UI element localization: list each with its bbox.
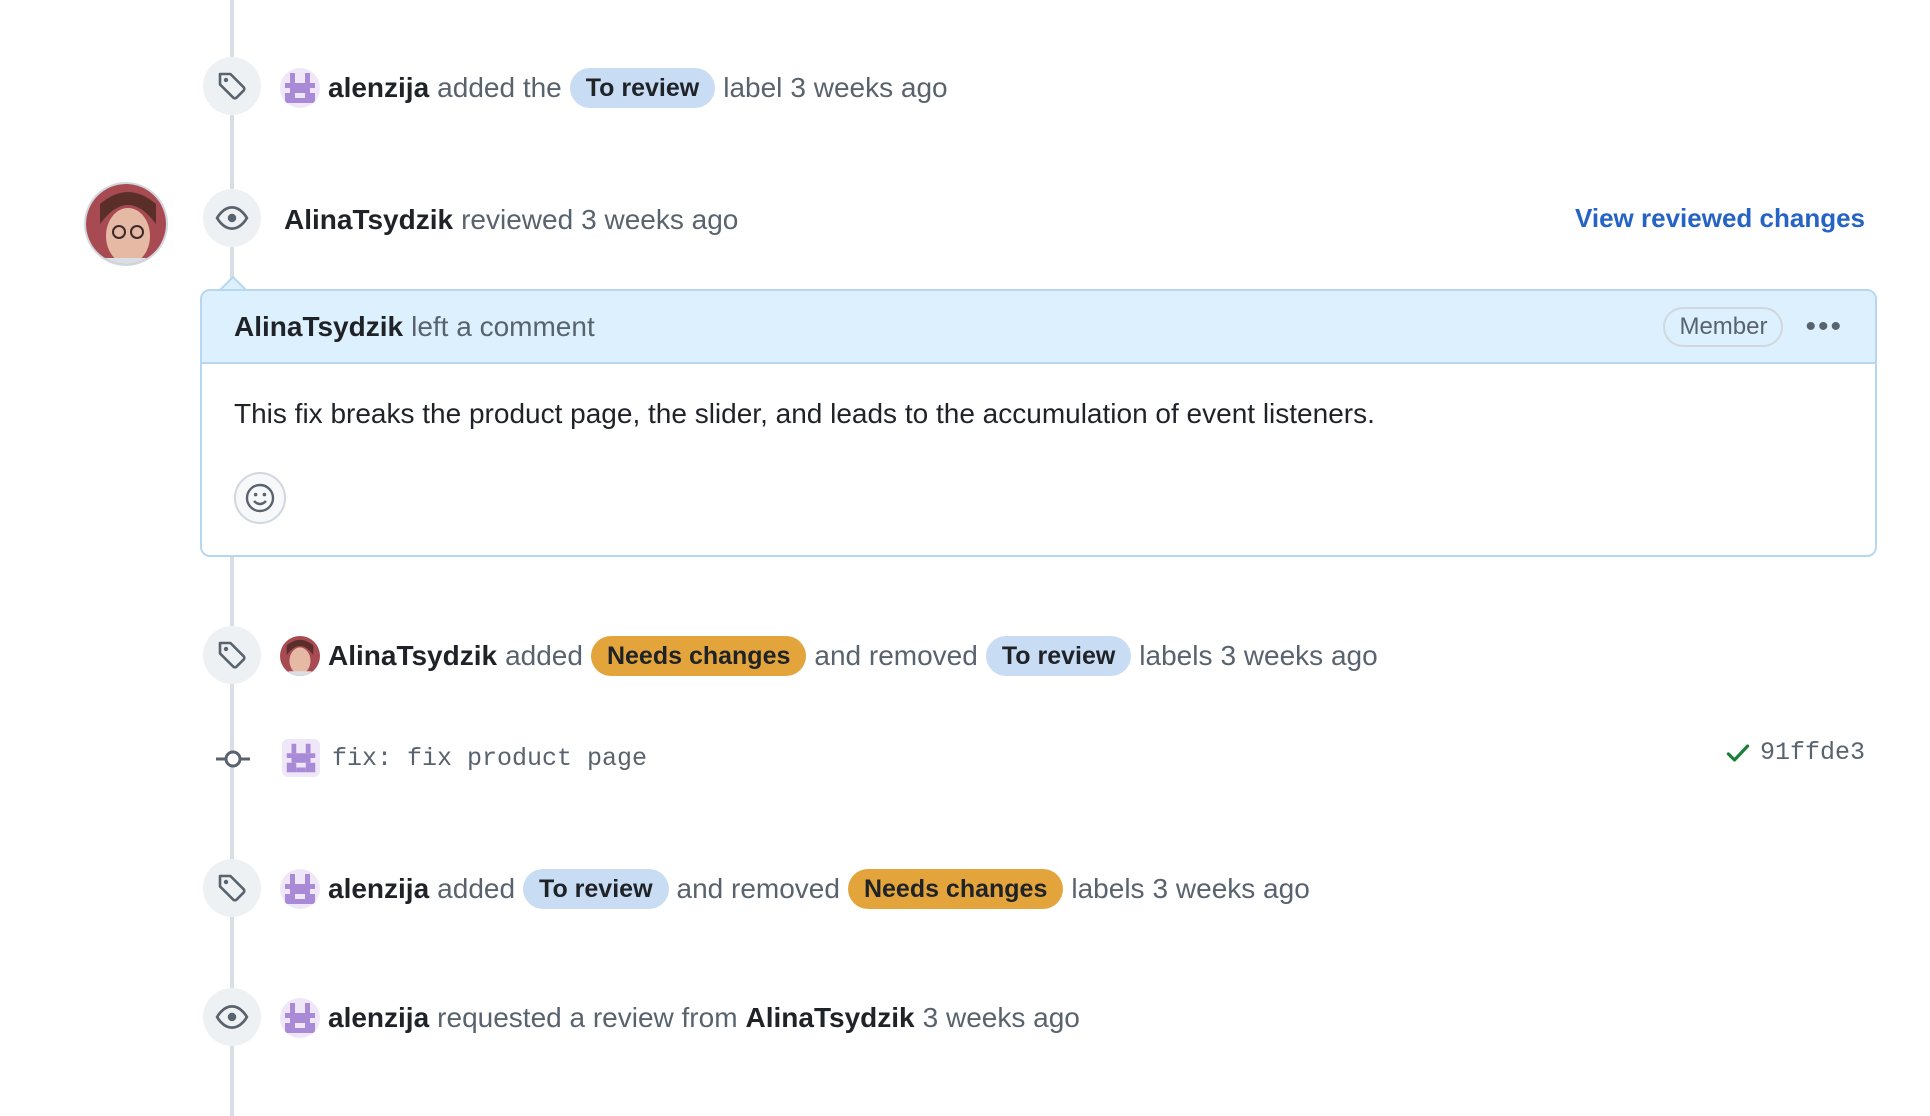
event-text: requested a review from <box>437 1002 738 1033</box>
commit-sha-group: 91ffde3 <box>1724 738 1865 767</box>
comment-author[interactable]: AlinaTsydzik <box>234 311 403 343</box>
timeline-line <box>230 0 234 1116</box>
timestamp[interactable]: 3 weeks ago <box>923 1002 1080 1034</box>
avatar[interactable] <box>280 68 320 108</box>
tag-icon <box>218 874 246 902</box>
comment-action: left a comment <box>411 310 595 342</box>
avatar[interactable] <box>280 869 320 909</box>
event-review-requested: alenzija requested a review from AlinaTs… <box>280 994 1088 1042</box>
comment-header: AlinaTsydzik left a comment Member ••• <box>202 291 1875 364</box>
timestamp[interactable]: 3 weeks ago <box>1153 873 1310 905</box>
label-needs-changes[interactable]: Needs changes <box>847 869 1064 909</box>
event-text: and removed <box>814 640 978 671</box>
label-to-review[interactable]: To review <box>985 636 1132 676</box>
view-reviewed-changes-link[interactable]: View reviewed changes <box>1575 203 1865 234</box>
event-text: added <box>505 640 583 671</box>
reviewer-avatar[interactable] <box>84 182 168 266</box>
timeline-badge-review <box>203 988 261 1046</box>
commit-row: fix: fix product page <box>282 736 655 780</box>
label-needs-changes[interactable]: Needs changes <box>590 636 807 676</box>
actor-link[interactable]: AlinaTsydzik <box>328 640 497 672</box>
event-labels-changed: AlinaTsydzik added Needs changes and rem… <box>280 632 1386 680</box>
event-text: added <box>437 873 516 904</box>
avatar[interactable] <box>282 739 320 777</box>
timestamp[interactable]: 3 weeks ago <box>790 72 947 104</box>
eye-icon <box>215 205 249 231</box>
event-text: label <box>723 72 783 103</box>
timestamp[interactable]: 3 weeks ago <box>581 204 738 236</box>
git-commit-icon <box>216 750 250 768</box>
timeline-badge-review <box>203 189 261 247</box>
timeline-badge-label <box>203 626 261 684</box>
timeline-badge-label <box>203 57 261 115</box>
actor-link[interactable]: alenzija <box>328 873 429 905</box>
add-reaction-button[interactable] <box>234 472 286 524</box>
actor-link[interactable]: alenzija <box>328 72 429 104</box>
event-text: and removed <box>676 873 840 904</box>
reviewer-link[interactable]: AlinaTsydzik <box>746 1002 915 1034</box>
tag-icon <box>218 72 246 100</box>
tag-icon <box>218 641 246 669</box>
avatar[interactable] <box>280 998 320 1038</box>
event-labels-changed: alenzija added To review and removed Nee… <box>280 865 1318 913</box>
kebab-horizontal-icon[interactable]: ••• <box>1805 311 1843 341</box>
event-text: labels <box>1139 640 1213 671</box>
comment-body: This fix breaks the product page, the sl… <box>234 398 1375 429</box>
event-text: reviewed <box>461 204 574 235</box>
event-text: added the <box>437 72 562 103</box>
actor-link[interactable]: AlinaTsydzik <box>284 204 453 236</box>
review-comment: AlinaTsydzik left a comment Member ••• T… <box>200 289 1877 557</box>
eye-icon <box>215 1004 249 1030</box>
actor-link[interactable]: alenzija <box>328 1002 429 1034</box>
timeline-badge-label <box>203 859 261 917</box>
event-text: labels <box>1071 873 1145 904</box>
check-icon[interactable] <box>1724 739 1752 767</box>
smiley-icon <box>245 483 275 513</box>
label-to-review[interactable]: To review <box>523 869 669 909</box>
timestamp[interactable]: 3 weeks ago <box>1220 640 1377 672</box>
event-label-added: alenzija added the To review label 3 wee… <box>280 64 956 112</box>
event-reviewed: AlinaTsydzik reviewed 3 weeks ago <box>284 196 746 244</box>
commit-sha-link[interactable]: 91ffde3 <box>1760 738 1865 767</box>
label-to-review[interactable]: To review <box>569 68 716 108</box>
avatar[interactable] <box>280 636 320 676</box>
member-badge: Member <box>1663 306 1784 347</box>
commit-message-link[interactable]: fix: fix product page <box>332 744 647 773</box>
